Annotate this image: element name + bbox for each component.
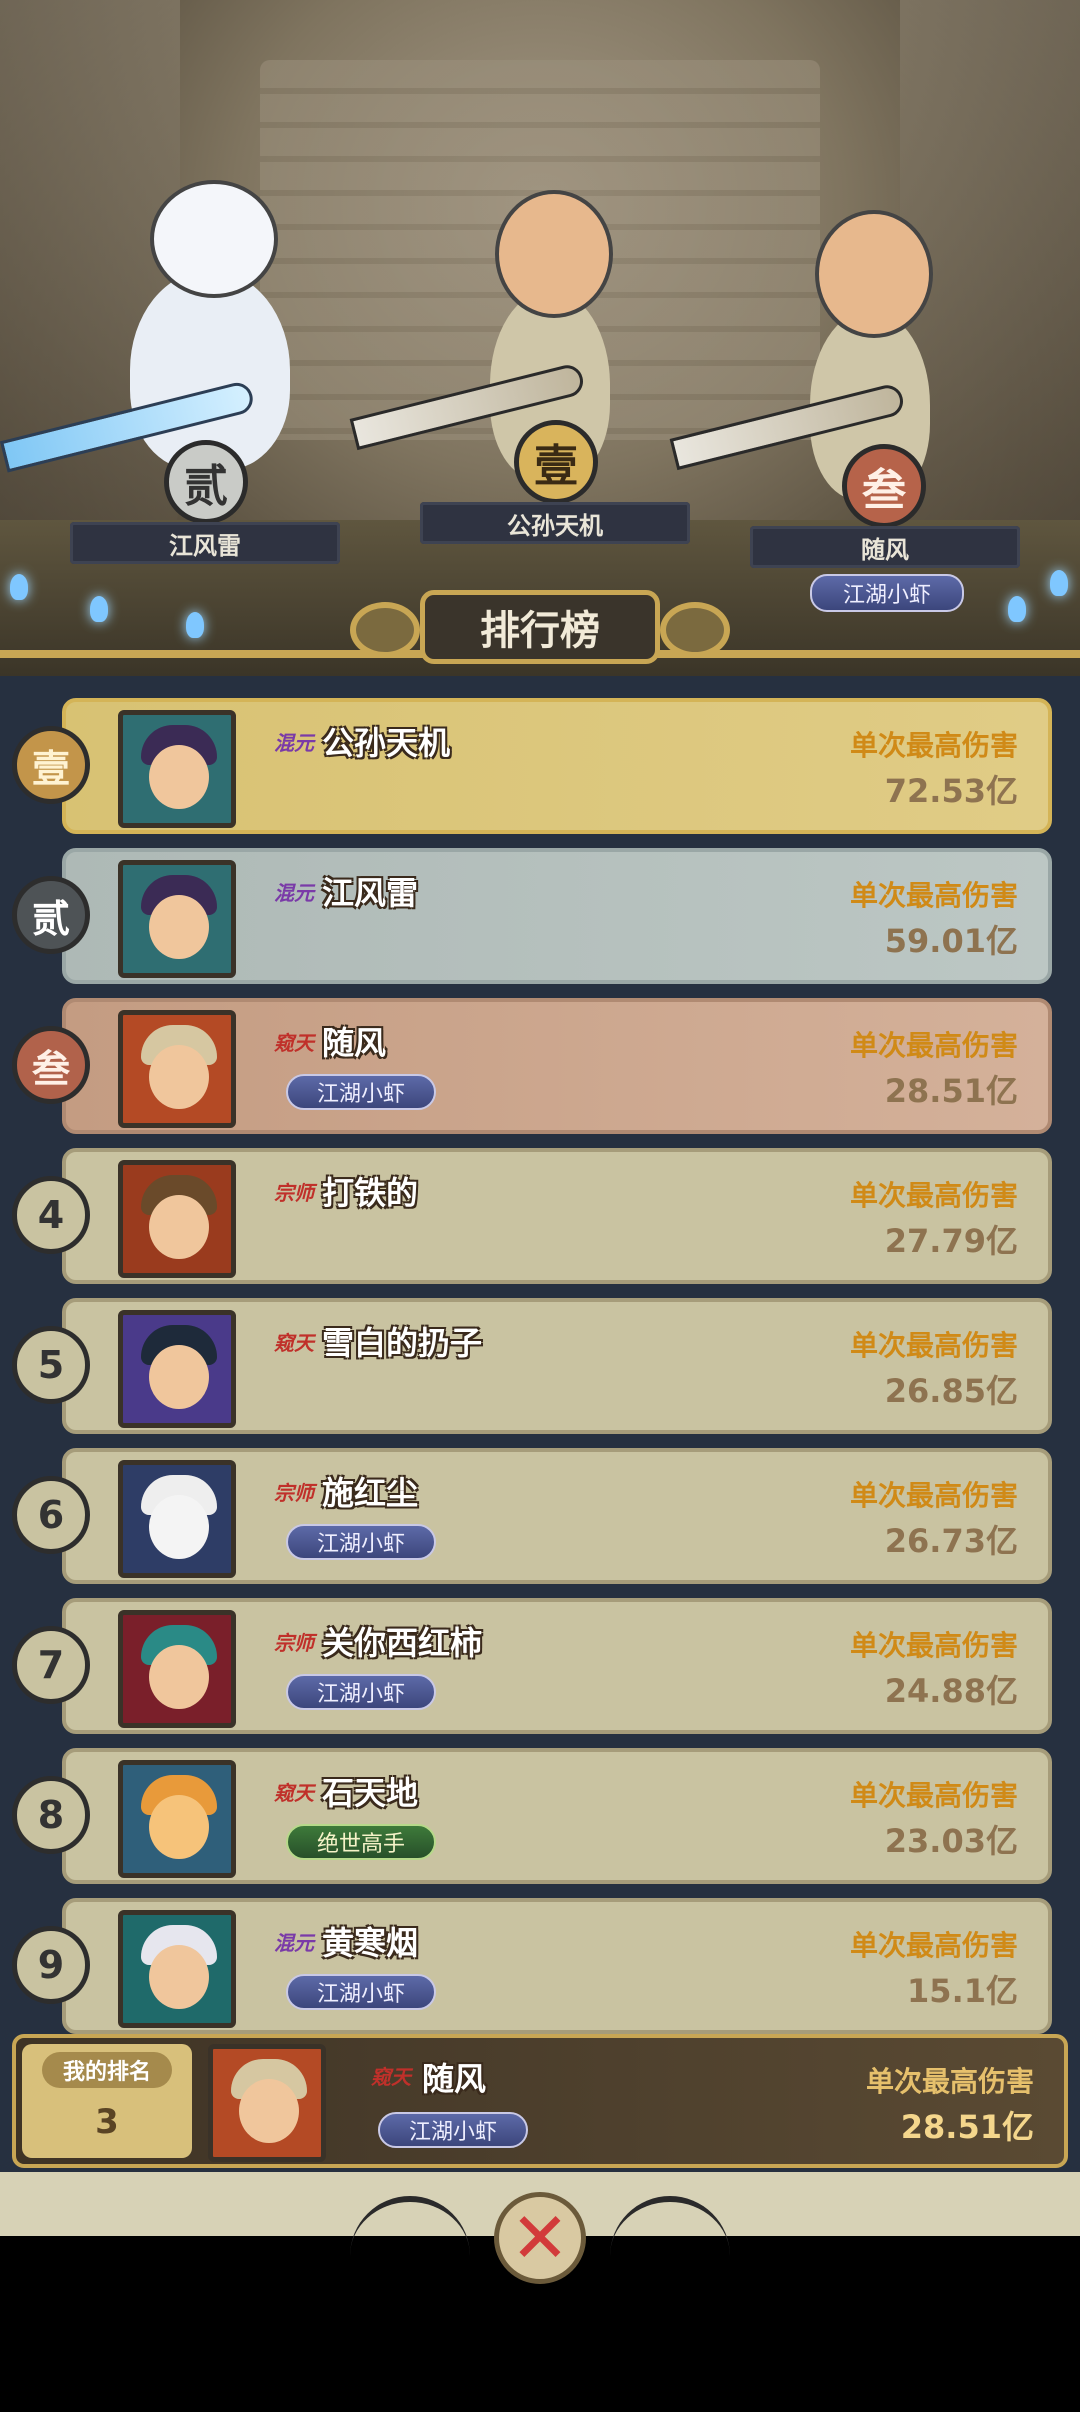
rank-number: 9 <box>12 1926 90 2004</box>
rank-number: 6 <box>12 1476 90 1554</box>
damage-value: 15.1亿 <box>907 1972 1018 2010</box>
my-title-badge: 江湖小虾 <box>378 2112 528 2148</box>
player-avatar[interactable] <box>118 1160 236 1278</box>
rank-number: 7 <box>12 1626 90 1704</box>
player-title-badge: 绝世高手 <box>286 1824 436 1860</box>
rank-number: 4 <box>12 1176 90 1254</box>
player-avatar[interactable] <box>118 1910 236 2028</box>
player-name: 黄寒烟 <box>322 1924 419 1962</box>
damage-label: 单次最高伤害 <box>849 729 1018 762</box>
damage-label: 单次最高伤害 <box>849 1179 1018 1212</box>
leaderboard-row[interactable]: 宗师 施红尘 江湖小虾 单次最高伤害 26.73亿 <box>62 1448 1052 1584</box>
player-name: 雪白的扔子 <box>322 1324 483 1362</box>
sect-badge: 宗师 <box>274 1480 314 1505</box>
leaderboard-row[interactable]: 窥天 雪白的扔子 单次最高伤害 26.85亿 <box>62 1298 1052 1434</box>
damage-label: 单次最高伤害 <box>849 1929 1018 1962</box>
damage-label: 单次最高伤害 <box>849 1329 1018 1362</box>
x-icon: ✕ <box>510 2197 570 2279</box>
player-name: 公孙天机 <box>322 724 451 762</box>
player-avatar[interactable] <box>118 1310 236 1428</box>
player-avatar[interactable] <box>118 860 236 978</box>
damage-value: 59.01亿 <box>884 922 1018 960</box>
leaderboard-header: 排行榜 <box>0 590 1080 670</box>
rank-number: 5 <box>12 1326 90 1404</box>
my-ranking-bar[interactable]: 我的排名 3 窥天 随风 江湖小虾 单次最高伤害 28.51亿 <box>12 2034 1068 2168</box>
leaderboard-row[interactable]: 窥天 随风 江湖小虾 单次最高伤害 28.51亿 <box>62 998 1052 1134</box>
damage-value: 26.73亿 <box>884 1522 1018 1560</box>
leaderboard-row[interactable]: 混元 江风雷 单次最高伤害 59.01亿 <box>62 848 1052 984</box>
player-title-badge: 江湖小虾 <box>286 1074 436 1110</box>
leaderboard-row[interactable]: 混元 黄寒烟 江湖小虾 单次最高伤害 15.1亿 <box>62 1898 1052 2034</box>
leaderboard-title: 排行榜 <box>420 590 660 664</box>
leaderboard-row[interactable]: 窥天 石天地 绝世高手 单次最高伤害 23.03亿 <box>62 1748 1052 1884</box>
damage-label: 单次最高伤害 <box>849 1779 1018 1812</box>
leaderboard-list[interactable]: 混元 公孙天机 单次最高伤害 72.53亿 壹 混元 江风雷 单次最高伤害 59… <box>0 676 1080 2236</box>
my-damage-label: 单次最高伤害 <box>865 2065 1034 2098</box>
podium-name-first: 公孙天机 <box>420 502 690 544</box>
player-avatar[interactable] <box>118 1610 236 1728</box>
podium-medal-second: 贰 <box>164 440 248 524</box>
player-name: 随风 <box>322 1024 387 1062</box>
header-ornament-right <box>660 602 730 658</box>
damage-value: 28.51亿 <box>884 1072 1018 1110</box>
damage-value: 72.53亿 <box>884 772 1018 810</box>
rank-number: 贰 <box>12 876 90 954</box>
header-ornament-left <box>350 602 420 658</box>
sect-badge: 宗师 <box>274 1630 314 1655</box>
player-avatar[interactable] <box>118 1010 236 1128</box>
podium-medal-third: 叁 <box>842 444 926 528</box>
damage-label: 单次最高伤害 <box>849 879 1018 912</box>
leaderboard-row[interactable]: 混元 公孙天机 单次最高伤害 72.53亿 <box>62 698 1052 834</box>
damage-label: 单次最高伤害 <box>849 1479 1018 1512</box>
leaderboard-row[interactable]: 宗师 关你西红柿 江湖小虾 单次最高伤害 24.88亿 <box>62 1598 1052 1734</box>
my-damage-value: 28.51亿 <box>900 2108 1034 2146</box>
player-avatar[interactable] <box>118 1760 236 1878</box>
player-title-badge: 江湖小虾 <box>286 1674 436 1710</box>
sect-badge: 窥天 <box>274 1330 314 1355</box>
my-rank-number: 3 <box>95 2102 119 2142</box>
damage-value: 27.79亿 <box>884 1222 1018 1260</box>
damage-label: 单次最高伤害 <box>849 1629 1018 1662</box>
damage-label: 单次最高伤害 <box>849 1029 1018 1062</box>
player-name: 施红尘 <box>322 1474 419 1512</box>
my-rank-label: 我的排名 <box>42 2052 172 2088</box>
rank-number: 8 <box>12 1776 90 1854</box>
player-name: 关你西红柿 <box>322 1624 483 1662</box>
rank-number: 叁 <box>12 1026 90 1104</box>
podium-name-third: 随风 <box>750 526 1020 568</box>
damage-value: 26.85亿 <box>884 1372 1018 1410</box>
player-title-badge: 江湖小虾 <box>286 1524 436 1560</box>
sect-badge: 宗师 <box>274 1180 314 1205</box>
damage-value: 23.03亿 <box>884 1822 1018 1860</box>
player-avatar[interactable] <box>118 710 236 828</box>
rank-number: 壹 <box>12 726 90 804</box>
player-name: 打铁的 <box>322 1174 419 1212</box>
podium-name-second: 江风雷 <box>70 522 340 564</box>
sect-badge: 混元 <box>274 730 314 755</box>
damage-value: 24.88亿 <box>884 1672 1018 1710</box>
close-button[interactable]: ✕ <box>494 2192 586 2284</box>
leaderboard-row[interactable]: 宗师 打铁的 单次最高伤害 27.79亿 <box>62 1148 1052 1284</box>
sect-badge: 窥天 <box>371 2064 411 2089</box>
player-name: 石天地 <box>322 1774 419 1812</box>
sect-badge: 混元 <box>274 1930 314 1955</box>
sect-badge: 窥天 <box>274 1030 314 1055</box>
player-avatar[interactable] <box>118 1460 236 1578</box>
podium-stage: 贰 江风雷 壹 公孙天机 叁 随风 江湖小虾 <box>0 0 1080 680</box>
podium-medal-first: 壹 <box>514 420 598 504</box>
sect-badge: 混元 <box>274 880 314 905</box>
my-avatar[interactable] <box>208 2044 326 2162</box>
player-name: 江风雷 <box>322 874 419 912</box>
player-title-badge: 江湖小虾 <box>286 1974 436 2010</box>
my-rank-box: 我的排名 3 <box>22 2044 192 2158</box>
my-player-name: 随风 <box>422 2060 487 2098</box>
sect-badge: 窥天 <box>274 1780 314 1805</box>
